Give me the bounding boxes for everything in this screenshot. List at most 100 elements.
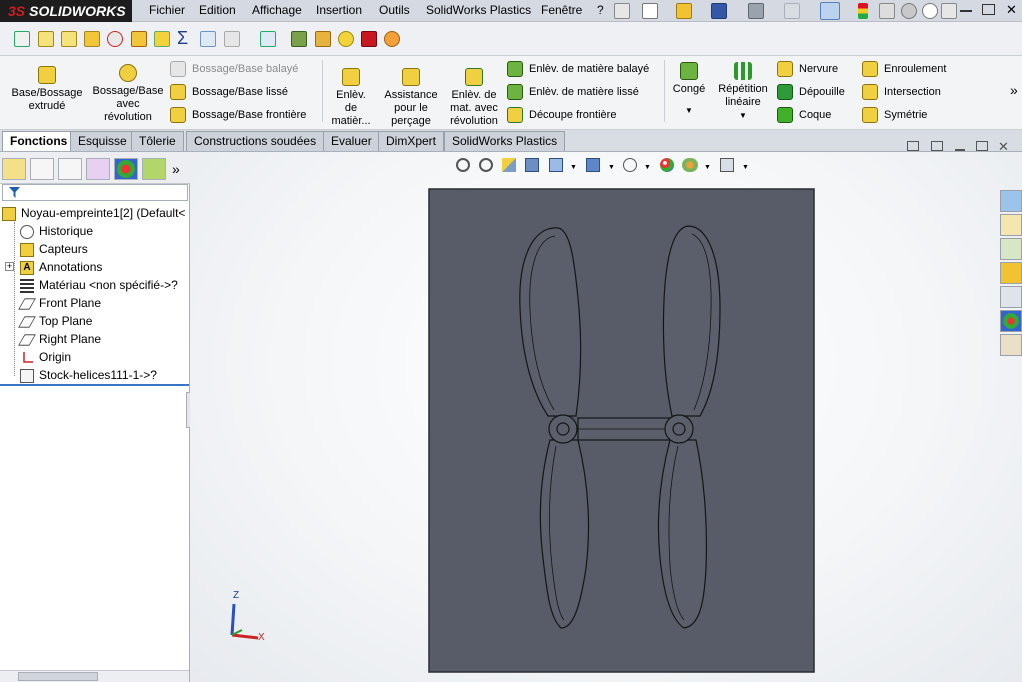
revolved-cut-button[interactable]: Enlèv. de mat. avec révolution <box>444 68 504 128</box>
dimxpert-manager-tab-icon[interactable] <box>86 158 110 180</box>
view-orientation-dropdown-icon[interactable]: ▼ <box>570 164 577 171</box>
home-icon[interactable] <box>1000 214 1022 236</box>
mass-properties-icon[interactable] <box>61 31 77 47</box>
design-library-icon[interactable] <box>1000 238 1022 260</box>
section-properties-icon[interactable] <box>84 31 100 47</box>
linear-pattern-button[interactable]: Répétition linéaire ▼ <box>713 62 773 122</box>
save-icon[interactable] <box>711 3 727 19</box>
tab-evaluer[interactable]: Evaluer <box>323 131 380 151</box>
design-checker-icon[interactable] <box>338 31 354 47</box>
boundary-cut-button[interactable]: Découpe frontière <box>507 106 616 124</box>
plastics-manager-tab-icon[interactable] <box>142 158 166 180</box>
lofted-boss-button[interactable]: Bossage/Base lissé <box>170 83 288 101</box>
select-pointer-icon[interactable] <box>820 2 840 20</box>
fm-more-icon[interactable]: » <box>172 161 180 177</box>
apply-scene-dropdown-icon[interactable]: ▼ <box>704 164 711 171</box>
fillet-button[interactable]: Congé ▼ <box>668 62 710 117</box>
shell-button[interactable]: Coque <box>777 106 831 124</box>
file-explorer-icon[interactable] <box>1000 262 1022 284</box>
previous-view-icon[interactable] <box>502 158 516 172</box>
symmetry-check-icon[interactable] <box>361 31 377 47</box>
expand-annotations-icon[interactable]: + <box>5 262 14 271</box>
view-settings-dropdown-icon[interactable]: ▼ <box>742 164 749 171</box>
menu-affichage[interactable]: Affichage <box>252 3 302 17</box>
appearances-icon[interactable] <box>1000 310 1022 332</box>
doc-restore-icon[interactable] <box>976 141 988 151</box>
fm-horizontal-scrollbar[interactable] <box>0 670 189 682</box>
zoom-to-fit-icon[interactable] <box>456 158 470 172</box>
spell-check-icon[interactable] <box>14 31 30 47</box>
wrap-button[interactable]: Enroulement <box>862 60 946 78</box>
tab-dimxpert[interactable]: DimXpert <box>378 131 445 151</box>
tree-item-origin[interactable]: Origin <box>20 348 71 366</box>
apply-scene-icon[interactable] <box>682 158 698 172</box>
edit-appearance-icon[interactable] <box>660 158 674 172</box>
hide-show-dropdown-icon[interactable]: ▼ <box>644 164 651 171</box>
open-folder-icon[interactable] <box>676 3 692 19</box>
menu-edition[interactable]: Edition <box>199 3 236 17</box>
tree-item-historique[interactable]: Historique <box>20 222 93 240</box>
mold-core-model[interactable] <box>428 188 818 674</box>
hole-wizard-button[interactable]: Assistance pour le perçage <box>380 68 442 128</box>
doc-tile-icon[interactable] <box>907 141 919 151</box>
draft-button[interactable]: Dépouille <box>777 83 845 101</box>
property-manager-tab-icon[interactable] <box>30 158 54 180</box>
statistics-icon[interactable] <box>131 31 147 47</box>
options-gear-icon[interactable] <box>901 3 917 19</box>
check-icon[interactable] <box>107 31 123 47</box>
tree-item-annotations[interactable]: A Annotations <box>20 258 102 276</box>
check-sketch-icon[interactable] <box>154 31 170 47</box>
close-window-icon[interactable]: ✕ <box>1006 3 1018 17</box>
menu-fenetre[interactable]: Fenêtre <box>541 3 582 17</box>
undo-icon[interactable] <box>784 3 800 19</box>
section-view-icon[interactable] <box>525 158 539 172</box>
extruded-boss-button[interactable]: Base/Bossage extrudé <box>10 66 84 113</box>
view-orientation-icon[interactable] <box>549 158 563 172</box>
geometry-analysis-icon[interactable] <box>200 31 216 47</box>
configuration-manager-tab-icon[interactable] <box>58 158 82 180</box>
tab-constructions-soudees[interactable]: Constructions soudées <box>186 131 325 151</box>
view-palette-icon[interactable] <box>1000 286 1022 308</box>
menu-insertion[interactable]: Insertion <box>316 3 362 17</box>
tree-item-capteurs[interactable]: Capteurs <box>20 240 88 258</box>
tab-tolerie[interactable]: Tôlerie <box>131 131 184 151</box>
minimize-window-icon[interactable] <box>960 10 972 12</box>
pin-2-icon[interactable] <box>941 3 957 19</box>
pin-icon[interactable] <box>614 3 630 19</box>
swept-cut-button[interactable]: Enlèv. de matière balayé <box>507 60 649 78</box>
thickness-analysis-icon[interactable] <box>315 31 331 47</box>
boundary-boss-button[interactable]: Bossage/Base frontière <box>170 106 306 124</box>
restore-window-icon[interactable] <box>982 4 995 15</box>
rebuild-icon[interactable] <box>858 3 868 19</box>
print-icon[interactable] <box>748 3 764 19</box>
menu-help[interactable]: ? <box>597 3 604 17</box>
menu-fichier[interactable]: Fichier <box>149 3 185 17</box>
new-document-icon[interactable] <box>642 3 658 19</box>
display-style-dropdown-icon[interactable]: ▼ <box>608 164 615 171</box>
file-properties-icon[interactable] <box>879 3 895 19</box>
tree-item-stock-helices[interactable]: Stock-helices111-1->? <box>20 366 157 384</box>
tree-item-materiau[interactable]: Matériau <non spécifié->? <box>20 276 178 294</box>
compare-icon[interactable] <box>260 31 276 47</box>
rollback-bar[interactable] <box>0 384 189 386</box>
tab-esquisse[interactable]: Esquisse <box>70 131 135 151</box>
feature-tree-filter[interactable] <box>2 184 188 201</box>
feature-tree-tab-icon[interactable] <box>2 158 26 180</box>
tree-item-right-plane[interactable]: Right Plane <box>18 330 101 348</box>
zebra-stripes-icon[interactable] <box>384 31 400 47</box>
pattern-dropdown-icon[interactable]: ▼ <box>713 109 773 122</box>
doc-close-icon[interactable]: ✕ <box>998 139 1009 155</box>
menu-solidworks-plastics[interactable]: SolidWorks Plastics <box>426 3 531 17</box>
scrollbar-thumb[interactable] <box>18 672 98 681</box>
doc-split-icon[interactable] <box>931 141 943 151</box>
equations-icon[interactable]: Σ <box>177 29 188 47</box>
display-style-icon[interactable] <box>586 158 600 172</box>
doc-minimize-icon[interactable] <box>955 149 965 151</box>
help-icon[interactable] <box>922 3 938 19</box>
solidworks-resources-icon[interactable] <box>1000 190 1022 212</box>
extruded-cut-button[interactable]: Enlèv. de matièr... <box>328 68 374 128</box>
tree-item-front-plane[interactable]: Front Plane <box>18 294 101 312</box>
view-settings-icon[interactable] <box>720 158 734 172</box>
tab-fonctions[interactable]: Fonctions <box>2 131 76 151</box>
hide-show-items-icon[interactable] <box>623 158 637 172</box>
